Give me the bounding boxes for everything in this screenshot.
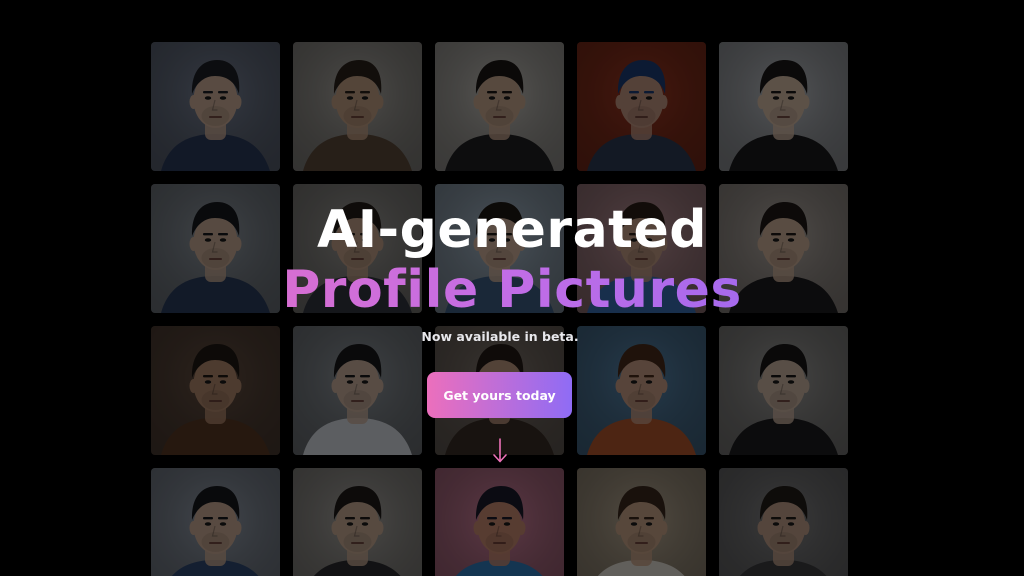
- portrait-image: [577, 326, 706, 455]
- portrait-tile: [151, 184, 280, 313]
- portrait-image: [719, 184, 848, 313]
- portrait-image: [577, 468, 706, 576]
- portrait-image: [151, 42, 280, 171]
- portrait-tile: [435, 42, 564, 171]
- portrait-image: [719, 326, 848, 455]
- portrait-tile: [577, 42, 706, 171]
- portrait-tile: [293, 184, 422, 313]
- portrait-tile: [151, 326, 280, 455]
- portrait-image: [151, 326, 280, 455]
- arrow-down-icon[interactable]: [489, 436, 511, 466]
- portrait-image: [293, 184, 422, 313]
- portrait-image: [435, 468, 564, 576]
- portrait-tile: [151, 468, 280, 576]
- portrait-image: [151, 184, 280, 313]
- portrait-tile: [293, 326, 422, 455]
- portrait-image: [577, 42, 706, 171]
- portrait-tile: [719, 42, 848, 171]
- portrait-tile: [719, 326, 848, 455]
- portrait-gallery: [151, 42, 848, 576]
- portrait-image: [577, 184, 706, 313]
- portrait-image: [151, 468, 280, 576]
- landing-page: AI-generated Profile Pictures Now availa…: [0, 0, 1024, 576]
- portrait-tile: [577, 326, 706, 455]
- portrait-image: [719, 468, 848, 576]
- portrait-tile: [719, 184, 848, 313]
- portrait-tile: [293, 42, 422, 171]
- get-yours-today-button[interactable]: Get yours today: [427, 372, 572, 418]
- portrait-tile: [435, 468, 564, 576]
- portrait-tile: [293, 468, 422, 576]
- portrait-image: [435, 184, 564, 313]
- portrait-image: [435, 42, 564, 171]
- portrait-image: [293, 468, 422, 576]
- portrait-tile: [151, 42, 280, 171]
- portrait-image: [293, 326, 422, 455]
- portrait-image: [719, 42, 848, 171]
- portrait-tile: [577, 468, 706, 576]
- portrait-tile: [719, 468, 848, 576]
- portrait-tile: [577, 184, 706, 313]
- portrait-tile: [435, 184, 564, 313]
- portrait-image: [293, 42, 422, 171]
